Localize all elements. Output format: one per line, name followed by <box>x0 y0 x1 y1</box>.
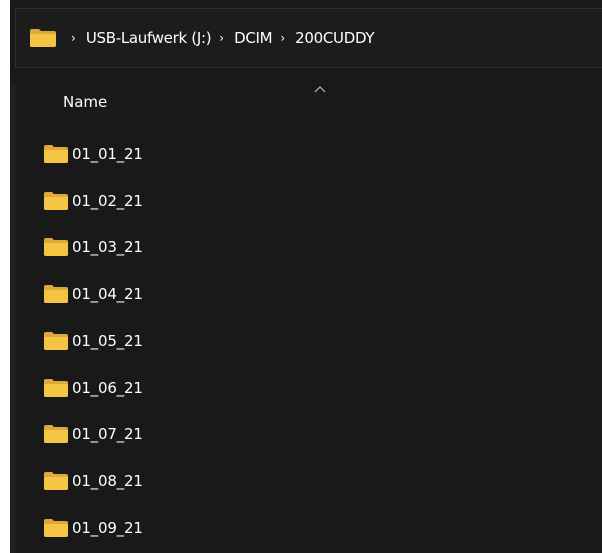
folder-name: 01_08_21 <box>72 471 143 490</box>
list-item[interactable]: 01_01_21 <box>43 139 583 169</box>
folder-name: 01_02_21 <box>72 191 143 210</box>
list-item[interactable]: 01_06_21 <box>43 373 583 403</box>
file-explorer-window: › USB-Laufwerk (J:) › DCIM › 200CUDDY Na… <box>10 0 602 553</box>
folder-icon <box>30 29 56 47</box>
folder-icon <box>44 471 68 490</box>
address-bar[interactable]: › USB-Laufwerk (J:) › DCIM › 200CUDDY <box>15 8 602 68</box>
list-item[interactable]: 01_08_21 <box>43 466 583 496</box>
folder-icon <box>44 378 68 397</box>
list-item[interactable]: 01_05_21 <box>43 326 583 356</box>
folder-name: 01_04_21 <box>72 285 143 304</box>
breadcrumb-separator-icon[interactable]: › <box>71 31 76 45</box>
breadcrumb-separator-icon[interactable]: › <box>280 31 285 45</box>
breadcrumb-200cuddy[interactable]: 200CUDDY <box>295 29 374 47</box>
list-item[interactable]: 01_09_21 <box>43 513 583 543</box>
list-item[interactable]: 01_03_21 <box>43 232 583 262</box>
folder-icon <box>44 238 68 257</box>
folder-icon <box>44 145 68 163</box>
list-item[interactable]: 01_07_21 <box>43 419 583 449</box>
list-item[interactable]: 01_02_21 <box>43 186 583 216</box>
folder-name: 01_07_21 <box>72 425 143 444</box>
list-item[interactable]: 01_04_21 <box>43 279 583 309</box>
folder-name: 01_06_21 <box>72 378 143 397</box>
folder-name: 01_01_21 <box>72 145 143 163</box>
column-header-name[interactable]: Name <box>63 93 107 111</box>
folder-icon <box>44 331 68 350</box>
navigation-pane-edge[interactable] <box>10 84 16 553</box>
folder-icon <box>44 425 68 444</box>
folder-icon <box>44 285 68 304</box>
breadcrumb-separator-icon[interactable]: › <box>219 31 224 45</box>
folder-name: 01_05_21 <box>72 331 143 350</box>
chevron-up-icon[interactable] <box>313 84 327 94</box>
folder-name: 01_09_21 <box>72 518 143 537</box>
breadcrumb-usb-drive[interactable]: USB-Laufwerk (J:) <box>86 29 212 47</box>
folder-name: 01_03_21 <box>72 238 143 257</box>
breadcrumb-dcim[interactable]: DCIM <box>234 29 273 47</box>
folder-icon <box>44 191 68 210</box>
folder-icon <box>44 518 68 537</box>
